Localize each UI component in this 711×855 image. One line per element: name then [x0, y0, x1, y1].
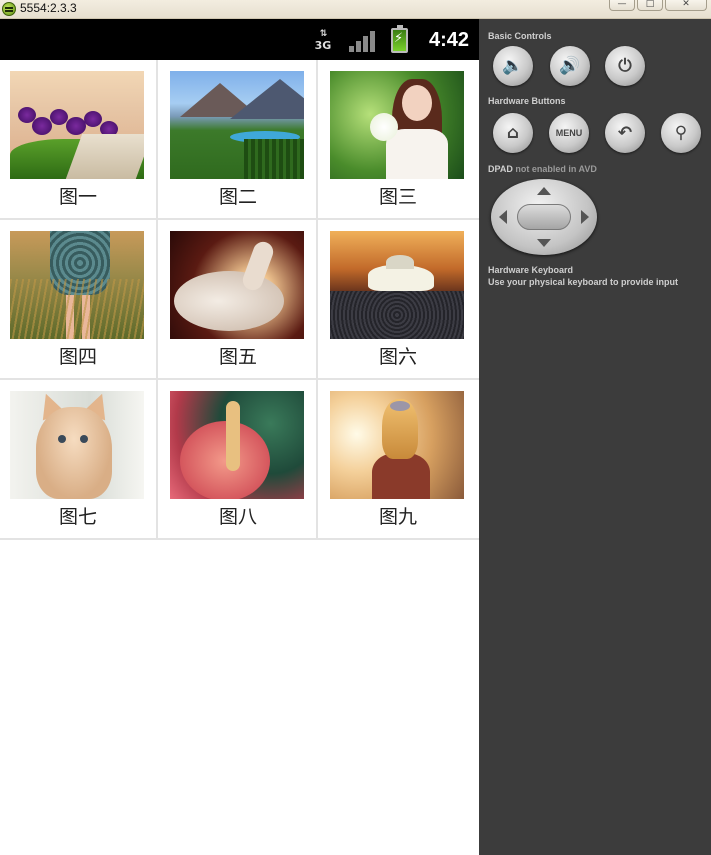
- battery-charging-icon: [391, 25, 408, 53]
- grid-item[interactable]: 图二: [160, 60, 316, 218]
- thumbnail-white-car: [330, 231, 464, 339]
- power-button[interactable]: ⏻: [605, 46, 645, 86]
- grid-item[interactable]: 图八: [160, 380, 316, 538]
- data-3g-icon: ⇅ 3G: [314, 29, 332, 52]
- emulator-control-panel: Basic Controls 🔈 🔊 ⏻ Hardware Buttons ⌂ …: [479, 19, 711, 855]
- grid-item[interactable]: 图一: [0, 60, 156, 218]
- dpad-label: DPAD: [488, 164, 513, 174]
- thumbnail-girl-in-grass: [10, 231, 144, 339]
- window-title: 5554:2.3.3: [20, 1, 77, 15]
- thumbnail-white-cat: [170, 231, 304, 339]
- grid-divider: [0, 218, 479, 220]
- thumbnail-flower-closeup: [170, 391, 304, 499]
- dpad-center-button[interactable]: [517, 204, 571, 230]
- maximize-button[interactable]: □: [637, 0, 663, 11]
- android-app-icon: [2, 2, 16, 16]
- grid-item[interactable]: 图四: [0, 220, 156, 378]
- dpad-right-icon[interactable]: [581, 210, 589, 224]
- dpad-note: not enabled in AVD: [515, 164, 597, 174]
- grid-divider: [0, 378, 479, 380]
- volume-down-button[interactable]: 🔈: [493, 46, 533, 86]
- thumbnail-kitten: [10, 391, 144, 499]
- power-icon: ⏻: [618, 56, 632, 76]
- back-button[interactable]: ↶: [605, 113, 645, 153]
- grid-divider: [0, 538, 479, 540]
- grid-item[interactable]: 图三: [320, 60, 476, 218]
- thumbnail-mountain-landscape: [170, 71, 304, 179]
- search-icon: ⚲: [674, 123, 688, 143]
- status-bar: ⇅3G 4:42: [0, 19, 479, 60]
- keyboard-subtitle: Use your physical keyboard to provide in…: [488, 277, 679, 287]
- thumbnail-girl-with-bouquet: [330, 71, 464, 179]
- grid-item[interactable]: 图六: [320, 220, 476, 378]
- basic-controls-title: Basic Controls: [488, 31, 552, 41]
- signal-strength-icon: [349, 31, 375, 52]
- grid-divider: [316, 60, 318, 538]
- grid-item-caption: 图一: [58, 186, 97, 208]
- dpad-down-icon[interactable]: [537, 239, 551, 247]
- grid-item[interactable]: 图九: [320, 380, 476, 538]
- window-titlebar: 5554:2.3.3 — □ ✕: [0, 0, 711, 19]
- grid-item[interactable]: 图七: [0, 380, 156, 538]
- search-button[interactable]: ⚲: [661, 113, 701, 153]
- grid-item-caption: 图九: [378, 506, 417, 528]
- grid-item-caption: 图三: [378, 186, 417, 208]
- grid-divider: [156, 60, 158, 538]
- menu-button[interactable]: MENU: [549, 113, 589, 153]
- grid-item-caption: 图五: [218, 346, 257, 368]
- minimize-button[interactable]: —: [609, 0, 635, 11]
- volume-down-icon: 🔈: [502, 56, 524, 76]
- home-icon: ⌂: [506, 123, 520, 143]
- home-button[interactable]: ⌂: [493, 113, 533, 153]
- thumbnail-girl-with-bow: [330, 391, 464, 499]
- grid-item-caption: 图二: [218, 186, 257, 208]
- grid-item-caption: 图七: [58, 506, 97, 528]
- grid-item[interactable]: 图五: [160, 220, 316, 378]
- dpad-control[interactable]: [491, 179, 597, 255]
- grid-item-caption: 图八: [218, 506, 257, 528]
- grid-item-caption: 图六: [378, 346, 417, 368]
- dpad-left-icon[interactable]: [499, 210, 507, 224]
- emulator-screen[interactable]: ⇅3G 4:42 图一: [0, 19, 479, 855]
- status-time: 4:42: [428, 29, 469, 51]
- volume-up-icon: 🔊: [559, 56, 581, 76]
- close-button[interactable]: ✕: [665, 0, 707, 11]
- grid-item-caption: 图四: [58, 346, 97, 368]
- back-icon: ↶: [617, 123, 633, 143]
- thumbnail-purple-flowers: [10, 71, 144, 179]
- keyboard-title: Hardware Keyboard: [488, 265, 574, 275]
- window-controls: — □ ✕: [609, 0, 707, 12]
- volume-up-button[interactable]: 🔊: [550, 46, 590, 86]
- dpad-title: DPAD not enabled in AVD: [488, 164, 597, 174]
- hardware-buttons-title: Hardware Buttons: [488, 96, 566, 106]
- dpad-up-icon[interactable]: [537, 187, 551, 195]
